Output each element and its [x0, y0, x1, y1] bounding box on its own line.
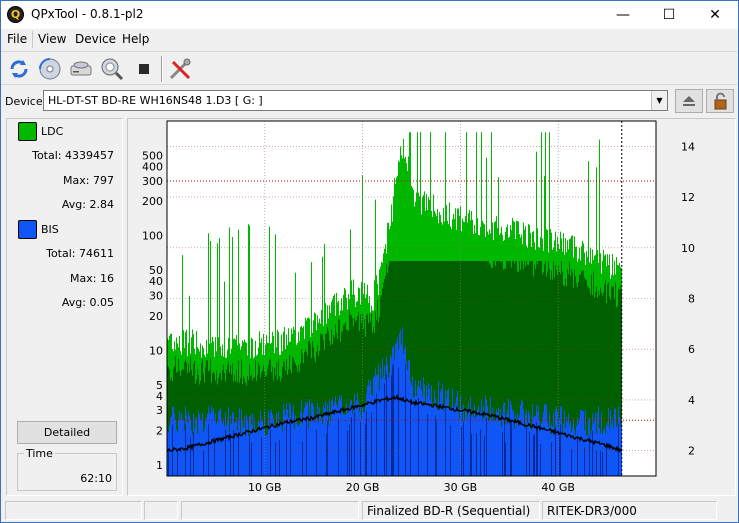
y-right-tick-label: 12 [681, 191, 695, 204]
ldc-total: Total: 4339457 [32, 149, 114, 162]
y-left-tick-label: 2 [156, 424, 163, 437]
status-finalized: Finalized BD-R (Sequential) [362, 501, 540, 520]
y-left-tick-label: 500 [142, 150, 163, 163]
menu-file[interactable]: File [7, 32, 27, 46]
y-right-tick-label: 6 [688, 343, 695, 356]
status-cell-3 [181, 501, 359, 520]
y-right-tick-label: 4 [688, 394, 695, 407]
close-button[interactable]: ✕ [692, 1, 738, 29]
title-bar: QPxTool - 0.8.1-pl2 — ☐ ✕ [1, 1, 738, 29]
y-left-tick-label: 100 [142, 230, 163, 243]
y-right-tick-label: 14 [681, 140, 695, 153]
chart-frame: 1 2 3 4 5 10 20 30 40 50 100 200 300 400 500 2 4 6 8 10 12 14… [127, 118, 736, 496]
y-left-tick-label: 20 [149, 310, 163, 323]
qpxtool-logo-icon [7, 6, 24, 23]
menu-device[interactable]: Device [75, 32, 116, 46]
lock-button[interactable] [706, 89, 734, 113]
y-left-tick-label: 400 [142, 161, 163, 174]
y-left-tick-label: 30 [149, 290, 163, 303]
window-title: QPxTool - 0.8.1-pl2 [31, 7, 144, 21]
time-label: Time [24, 447, 55, 460]
application-window: QPxTool - 0.8.1-pl2 — ☐ ✕ File View Devi… [0, 0, 739, 523]
eject-button[interactable] [675, 89, 703, 113]
toolbar [1, 51, 738, 85]
bis-max: Max: 16 [70, 272, 114, 285]
ldc-color-swatch [18, 122, 37, 141]
y-right-tick-label: 10 [681, 242, 695, 255]
disc-scan-icon[interactable] [37, 56, 63, 82]
y-left-tick-label: 4 [156, 390, 163, 403]
bis-color-swatch [18, 220, 37, 239]
menu-help[interactable]: Help [122, 32, 149, 46]
y-right-tick-label: 2 [688, 445, 695, 458]
y-left-tick-label: 300 [142, 175, 163, 188]
ldc-max: Max: 797 [63, 174, 114, 187]
lock-icon [714, 92, 727, 110]
status-cell-1 [5, 501, 142, 520]
ldc-label: LDC [41, 125, 64, 138]
statistics-panel: LDC Total: 4339457 Max: 797 Avg: 2.84 BI… [6, 118, 123, 496]
maximize-button[interactable]: ☐ [646, 1, 692, 29]
refresh-icon[interactable] [6, 56, 32, 82]
magnify-disc-icon[interactable] [99, 56, 125, 82]
detailed-button[interactable]: Detailed [17, 421, 117, 444]
x-tick-label: 20 GB [346, 481, 380, 494]
drive-icon[interactable] [68, 56, 94, 82]
status-cell-2 [144, 501, 178, 520]
chevron-down-icon[interactable]: ▼ [651, 91, 667, 110]
menu-separator [32, 31, 33, 48]
stop-icon[interactable] [131, 56, 157, 82]
tools-icon[interactable] [167, 56, 193, 82]
device-select-value: HL-DT-ST BD-RE WH16NS48 1.D3 [ G: ] [48, 94, 263, 107]
x-tick-label: 40 GB [541, 481, 575, 494]
device-label: Device: [5, 95, 47, 108]
x-tick-label: 10 GB [248, 481, 282, 494]
bis-label: BIS [41, 223, 59, 236]
y-left-tick-label: 200 [142, 195, 163, 208]
eject-icon [683, 96, 695, 106]
y-left-tick-label: 3 [156, 404, 163, 417]
device-row: Device: HL-DT-ST BD-RE WH16NS48 1.D3 [ G… [1, 87, 738, 115]
y-right-tick-label: 8 [688, 293, 695, 306]
bis-total: Total: 74611 [46, 247, 114, 260]
time-value: 62:10 [80, 472, 112, 485]
toolbar-separator [161, 56, 163, 82]
status-bar: Finalized BD-R (Sequential) RITEK-DR3/00… [1, 499, 738, 523]
minimize-button[interactable]: — [600, 1, 646, 29]
y-left-tick-label: 50 [149, 264, 163, 277]
status-media: RITEK-DR3/000 [542, 501, 717, 520]
y-left-tick-label: 40 [149, 275, 163, 288]
bis-avg: Avg: 0.05 [61, 296, 114, 309]
menu-bar: File View Device Help [1, 29, 738, 50]
x-tick-label: 30 GB [444, 481, 478, 494]
menu-view[interactable]: View [38, 32, 66, 46]
ldc-bis-chart: 1234510203040501002003004005002468101214… [142, 120, 695, 494]
y-left-tick-label: 5 [156, 379, 163, 392]
y-left-tick-label: 10 [149, 344, 163, 357]
y-left-tick-label: 1 [156, 459, 163, 472]
device-select[interactable]: HL-DT-ST BD-RE WH16NS48 1.D3 [ G: ] ▼ [43, 90, 668, 111]
time-group: Time 62:10 [17, 447, 117, 491]
ldc-avg: Avg: 2.84 [61, 198, 114, 211]
